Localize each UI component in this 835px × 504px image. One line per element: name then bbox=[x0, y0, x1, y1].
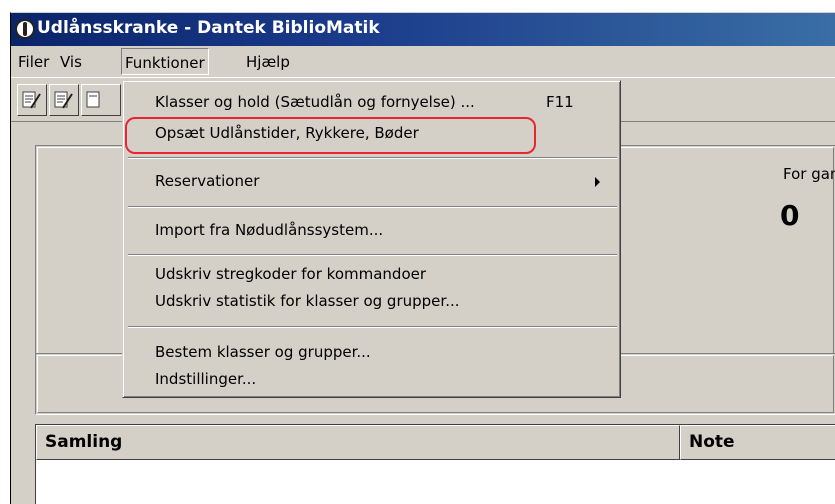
edit-record-icon bbox=[54, 91, 73, 109]
shortcut-f11: F11 bbox=[546, 93, 574, 111]
menu-item-reservationer[interactable]: Reservationer bbox=[155, 172, 259, 190]
toolbar-button-3[interactable] bbox=[81, 84, 121, 116]
menu-funktioner[interactable]: Funktioner bbox=[121, 48, 209, 75]
submenu-arrow-icon bbox=[595, 177, 600, 187]
stat-label-for-gamle: For gamle bbox=[783, 165, 835, 183]
collection-grid[interactable]: Samling Note bbox=[35, 424, 835, 504]
grid-header: Samling Note bbox=[36, 425, 835, 460]
menu-separator bbox=[128, 157, 617, 159]
menu-item-udskriv-statistik[interactable]: Udskriv statistik for klasser og grupper… bbox=[155, 292, 460, 310]
column-header-samling[interactable]: Samling bbox=[36, 425, 680, 460]
app-icon[interactable] bbox=[15, 19, 35, 39]
menu-separator bbox=[128, 254, 617, 256]
menu-separator bbox=[128, 326, 617, 328]
menu-item-bestem-klasser[interactable]: Bestem klasser og grupper... bbox=[155, 343, 371, 361]
menu-item-indstillinger[interactable]: Indstillinger... bbox=[155, 370, 256, 388]
edit-record-icon bbox=[22, 91, 41, 109]
menu-bar: Filer Vis Funktioner Hjælp bbox=[11, 46, 835, 78]
menu-item-import-noedudlaan[interactable]: Import fra Nødudlånssystem... bbox=[155, 221, 383, 239]
edit-record-icon bbox=[86, 91, 100, 108]
menu-vis[interactable]: Vis bbox=[58, 53, 84, 71]
menu-item-udskriv-stregkoder[interactable]: Udskriv stregkoder for kommandoer bbox=[155, 265, 426, 283]
title-bar[interactable]: Udlånsskranke - Dantek BiblioMatik bbox=[11, 13, 835, 46]
column-header-note[interactable]: Note bbox=[680, 425, 835, 460]
window-title: Udlånsskranke - Dantek BiblioMatik bbox=[37, 18, 380, 38]
stat-value-for-gamle: 0 bbox=[780, 199, 800, 232]
toolbar-button-1[interactable] bbox=[17, 84, 47, 116]
menu-item-klasser-og-hold[interactable]: Klasser og hold (Sætudlån og fornyelse) … bbox=[155, 93, 475, 111]
toolbar-button-2[interactable] bbox=[49, 84, 79, 116]
highlight-ring bbox=[125, 117, 536, 154]
menu-filer[interactable]: Filer bbox=[16, 53, 51, 71]
funktioner-dropdown-menu: Klasser og hold (Sætudlån og fornyelse) … bbox=[122, 80, 621, 398]
menu-separator bbox=[128, 206, 617, 208]
menu-hjaelp[interactable]: Hjælp bbox=[244, 53, 292, 71]
